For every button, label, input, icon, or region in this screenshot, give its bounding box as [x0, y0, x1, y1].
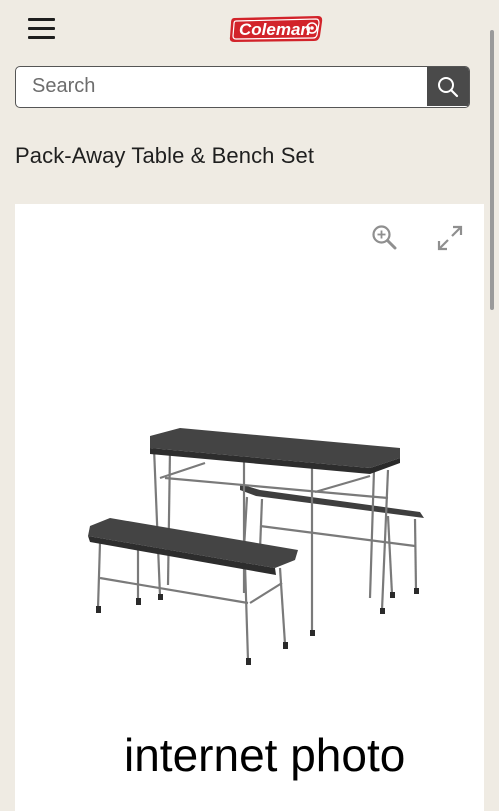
search-input[interactable]	[16, 67, 460, 106]
page-scrollbar[interactable]	[490, 30, 494, 310]
search-button[interactable]	[427, 67, 469, 106]
product-image-gallery: internet photo	[15, 204, 484, 811]
expand-icon[interactable]	[436, 224, 464, 252]
product-image[interactable]	[70, 418, 440, 668]
watermark-text: internet photo	[124, 729, 406, 781]
product-title: Pack-Away Table & Bench Set	[15, 143, 315, 168]
coleman-logo[interactable]: Coleman	[228, 14, 324, 44]
search-bar	[15, 66, 470, 108]
zoom-in-icon[interactable]	[371, 224, 397, 250]
hamburger-menu-icon[interactable]	[28, 18, 56, 40]
product-page: Coleman Pack-Away Table & Bench Set	[0, 0, 499, 811]
search-icon	[438, 76, 459, 97]
logo-text: Coleman	[239, 20, 311, 39]
